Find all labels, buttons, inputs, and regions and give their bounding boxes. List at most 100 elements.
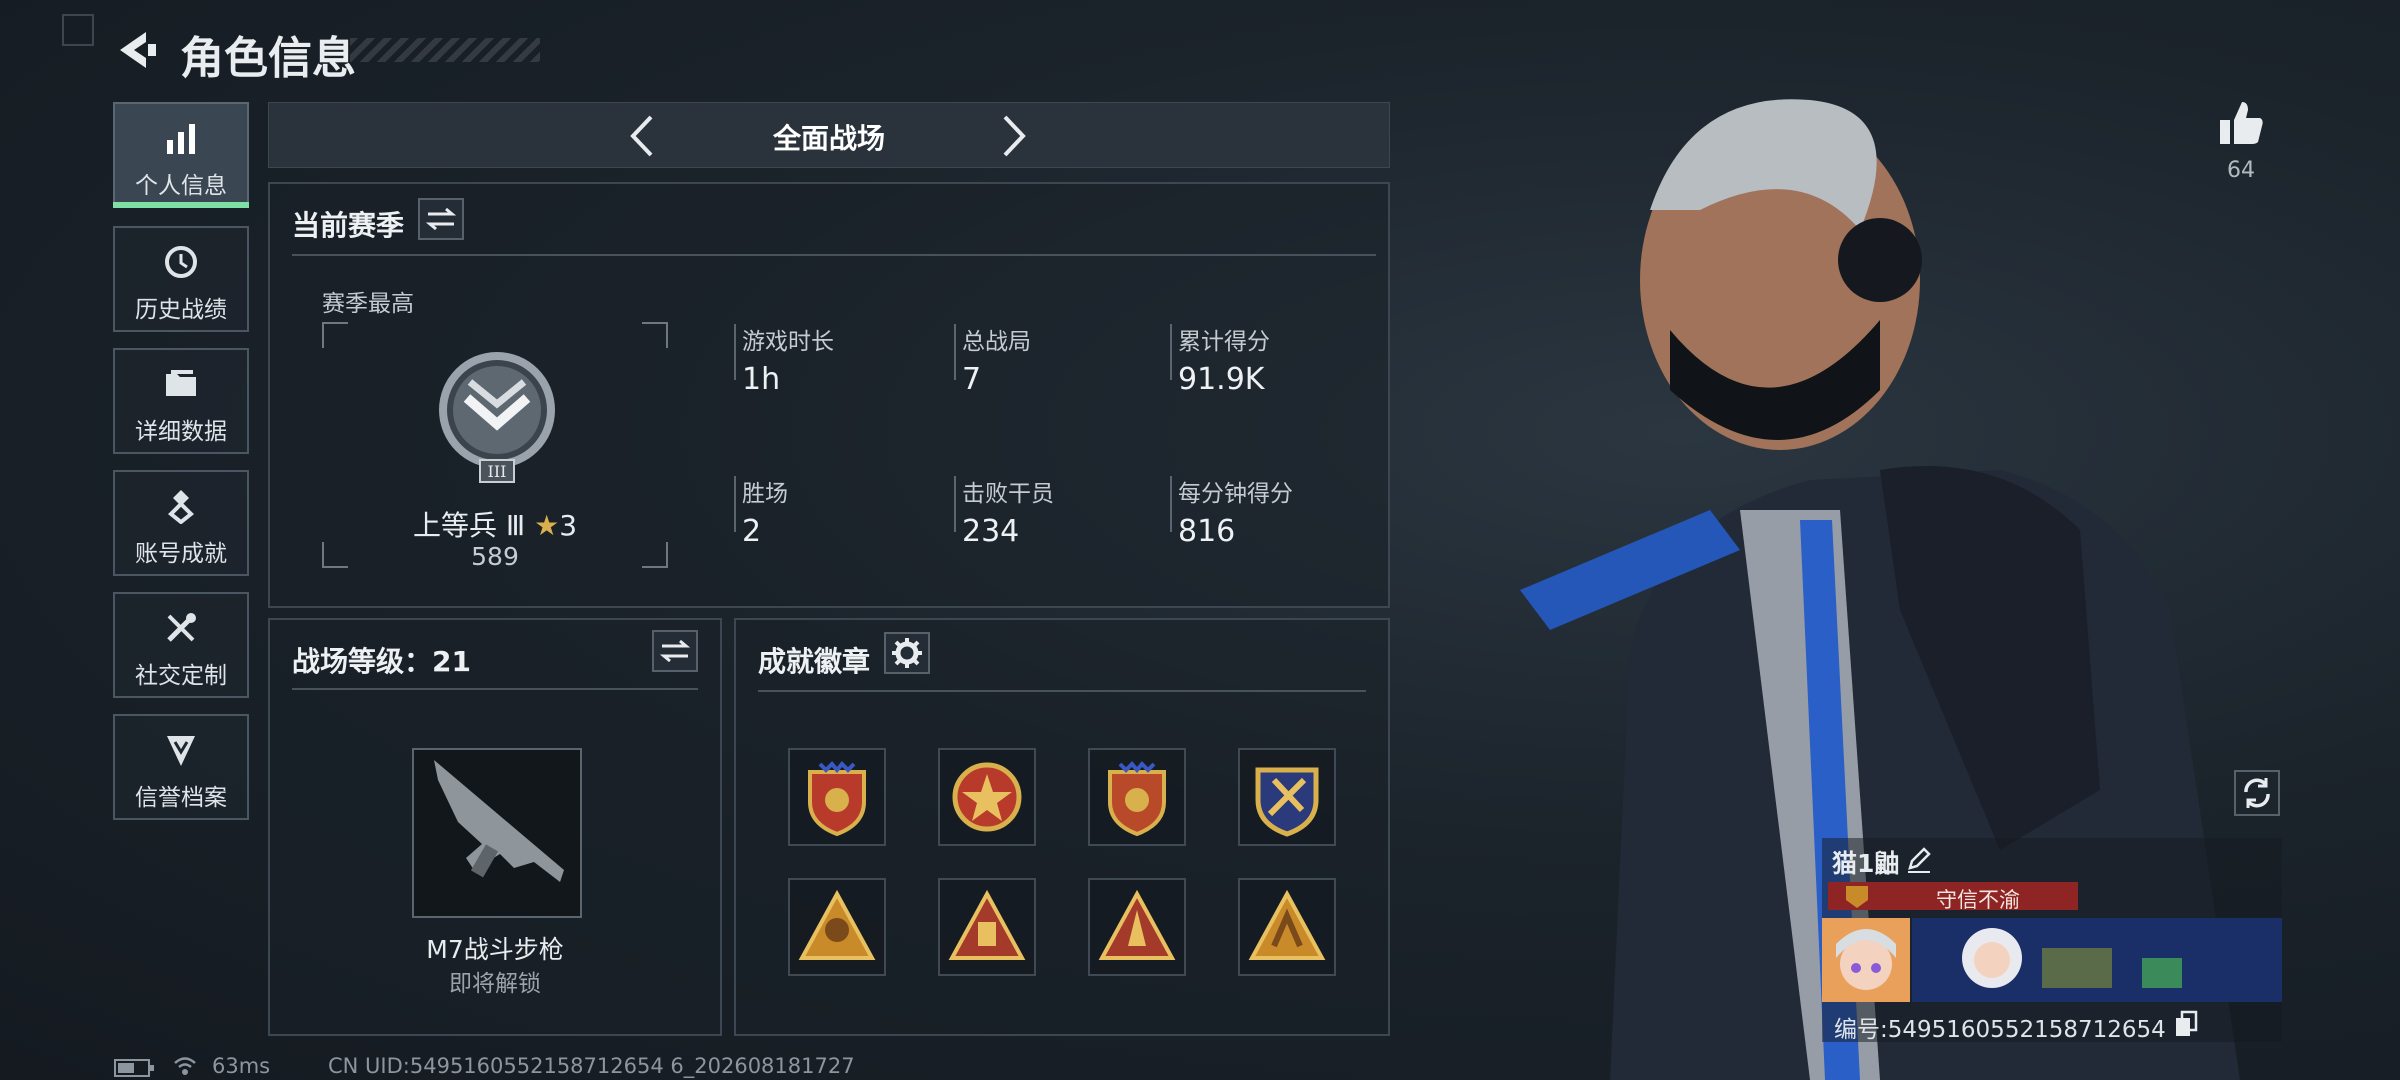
stat-label: 每分钟得分 [1178, 481, 1293, 507]
stat-label: 击败干员 [962, 481, 1054, 507]
badge-slot[interactable] [1238, 878, 1336, 976]
sidebar-item-personal-info[interactable]: 个人信息 [113, 102, 249, 208]
gear-icon [892, 638, 922, 668]
weapon-status: 即将解锁 [449, 971, 541, 997]
battle-level-switch-button[interactable] [652, 630, 698, 672]
badges-panel: 成就徽章 [734, 618, 1390, 1036]
badge-slot[interactable] [938, 748, 1036, 846]
weapon-name: M7战斗步枪 [426, 935, 564, 964]
badge-slot[interactable] [938, 878, 1036, 976]
sidebar-item-label: 个人信息 [135, 173, 227, 199]
rank-line: 上等兵 Ⅲ ★3 [270, 504, 720, 544]
stat-label: 胜场 [742, 481, 788, 507]
divider [292, 254, 1376, 256]
stat-label: 总战局 [962, 329, 1031, 355]
title-tag: 守信不渝 [1828, 882, 2078, 912]
sidebar-item-achievements[interactable]: 账号成就 [113, 470, 249, 576]
wifi-icon [174, 1057, 196, 1075]
next-mode-icon[interactable] [999, 113, 1029, 159]
triangle-badge-icon [948, 889, 1026, 960]
svg-text:III: III [488, 462, 507, 481]
achievement-icon [168, 490, 194, 525]
triangle-badge-icon [1098, 889, 1176, 960]
season-panel: 当前赛季 赛季最高 III 上等兵 Ⅲ ★3 589 游戏时长 1h 总战局 7… [268, 182, 1390, 608]
season-best-label: 赛季最高 [322, 291, 414, 317]
banner-image [1912, 918, 2282, 1002]
badge-slot[interactable] [1238, 748, 1336, 846]
sidebar-item-label: 历史战绩 [135, 297, 227, 323]
avatar-image [1836, 929, 1896, 990]
divider [292, 688, 698, 690]
stat-value: 234 [962, 514, 1020, 549]
back-icon[interactable] [112, 26, 160, 74]
sidebar-item-label: 账号成就 [135, 541, 227, 567]
crest-badge-icon [1255, 767, 1319, 837]
ping: 63ms [212, 1054, 271, 1078]
rotate-button[interactable] [2234, 770, 2280, 816]
sidebar-item-history[interactable]: 历史战绩 [113, 226, 249, 332]
sidebar-item-label: 社交定制 [135, 663, 227, 689]
stat-value: 7 [962, 362, 982, 397]
tools-icon [167, 613, 196, 642]
stat-divider [954, 324, 956, 380]
corner-marker [62, 14, 94, 46]
stat-divider [1170, 476, 1172, 532]
triangle-badge-icon [1248, 889, 1326, 960]
like-count: 64 [2227, 158, 2255, 183]
history-icon [165, 246, 197, 278]
stat-divider [734, 324, 736, 380]
stat-label: 累计得分 [1178, 329, 1270, 355]
profile-name: 猫1鼬 [1832, 849, 1900, 878]
triangle-badge-icon [798, 889, 876, 960]
badge-slot[interactable] [788, 748, 886, 846]
weapon-thumbnail[interactable] [412, 748, 582, 918]
badge-slot[interactable] [788, 878, 886, 976]
page-title: 角色信息 [180, 33, 356, 84]
sidebar-item-social[interactable]: 社交定制 [113, 592, 249, 698]
stat-divider [954, 476, 956, 532]
star-badge-icon [952, 762, 1022, 832]
bar-chart-icon [167, 124, 195, 154]
sidebar-item-detailed-data[interactable]: 详细数据 [113, 348, 249, 454]
rotate-icon [2244, 778, 2270, 808]
rifle-icon [434, 760, 564, 882]
sidebar-item-label: 详细数据 [135, 419, 227, 445]
rank-points: 589 [471, 542, 519, 571]
rank-stars: 3 [559, 509, 578, 542]
frame-corner [322, 322, 348, 348]
badge-slot[interactable] [1088, 878, 1186, 976]
stat-value: 91.9K [1178, 362, 1265, 397]
badges-settings-button[interactable] [884, 632, 930, 674]
title-decoration [350, 38, 540, 62]
star-icon: ★ [534, 509, 560, 542]
avatar[interactable] [1822, 918, 1910, 1002]
uid-text: CN UID:5495160552158712654 6_20260818172… [328, 1054, 855, 1078]
mode-selector: 全面战场 [268, 102, 1390, 168]
stat-divider [734, 476, 736, 532]
title-tag-text: 守信不渝 [1936, 888, 2020, 912]
badge-slot[interactable] [1088, 748, 1186, 846]
folder-icon [166, 370, 196, 396]
stat-value: 1h [742, 362, 781, 397]
copy-icon[interactable] [2174, 1010, 2198, 1038]
rank-tag-icon [1846, 886, 1868, 908]
battery-icon [114, 1059, 154, 1077]
season-switch-button[interactable] [418, 198, 464, 240]
profile-banner[interactable] [1912, 918, 2282, 1002]
swap-icon [425, 207, 457, 231]
divider [758, 690, 1366, 692]
battle-level-title: 战场等级：21 [292, 645, 471, 678]
frame-corner [642, 322, 668, 348]
shield-badge-icon [1108, 761, 1166, 837]
sidebar-item-label: 信誉档案 [135, 785, 227, 811]
swap-icon [659, 639, 691, 663]
sidebar-item-credit[interactable]: 信誉档案 [113, 714, 249, 820]
thumbs-up-icon[interactable] [2216, 98, 2266, 148]
battle-level-panel: 战场等级：21 M7战斗步枪 即将解锁 [268, 618, 722, 1036]
edit-icon[interactable] [1904, 844, 1934, 874]
rank-name: 上等兵 Ⅲ [412, 509, 526, 542]
badges-title: 成就徽章 [758, 645, 871, 678]
season-title: 当前赛季 [292, 209, 405, 242]
shield-icon [167, 736, 195, 766]
mode-title: 全面战场 [772, 122, 885, 155]
